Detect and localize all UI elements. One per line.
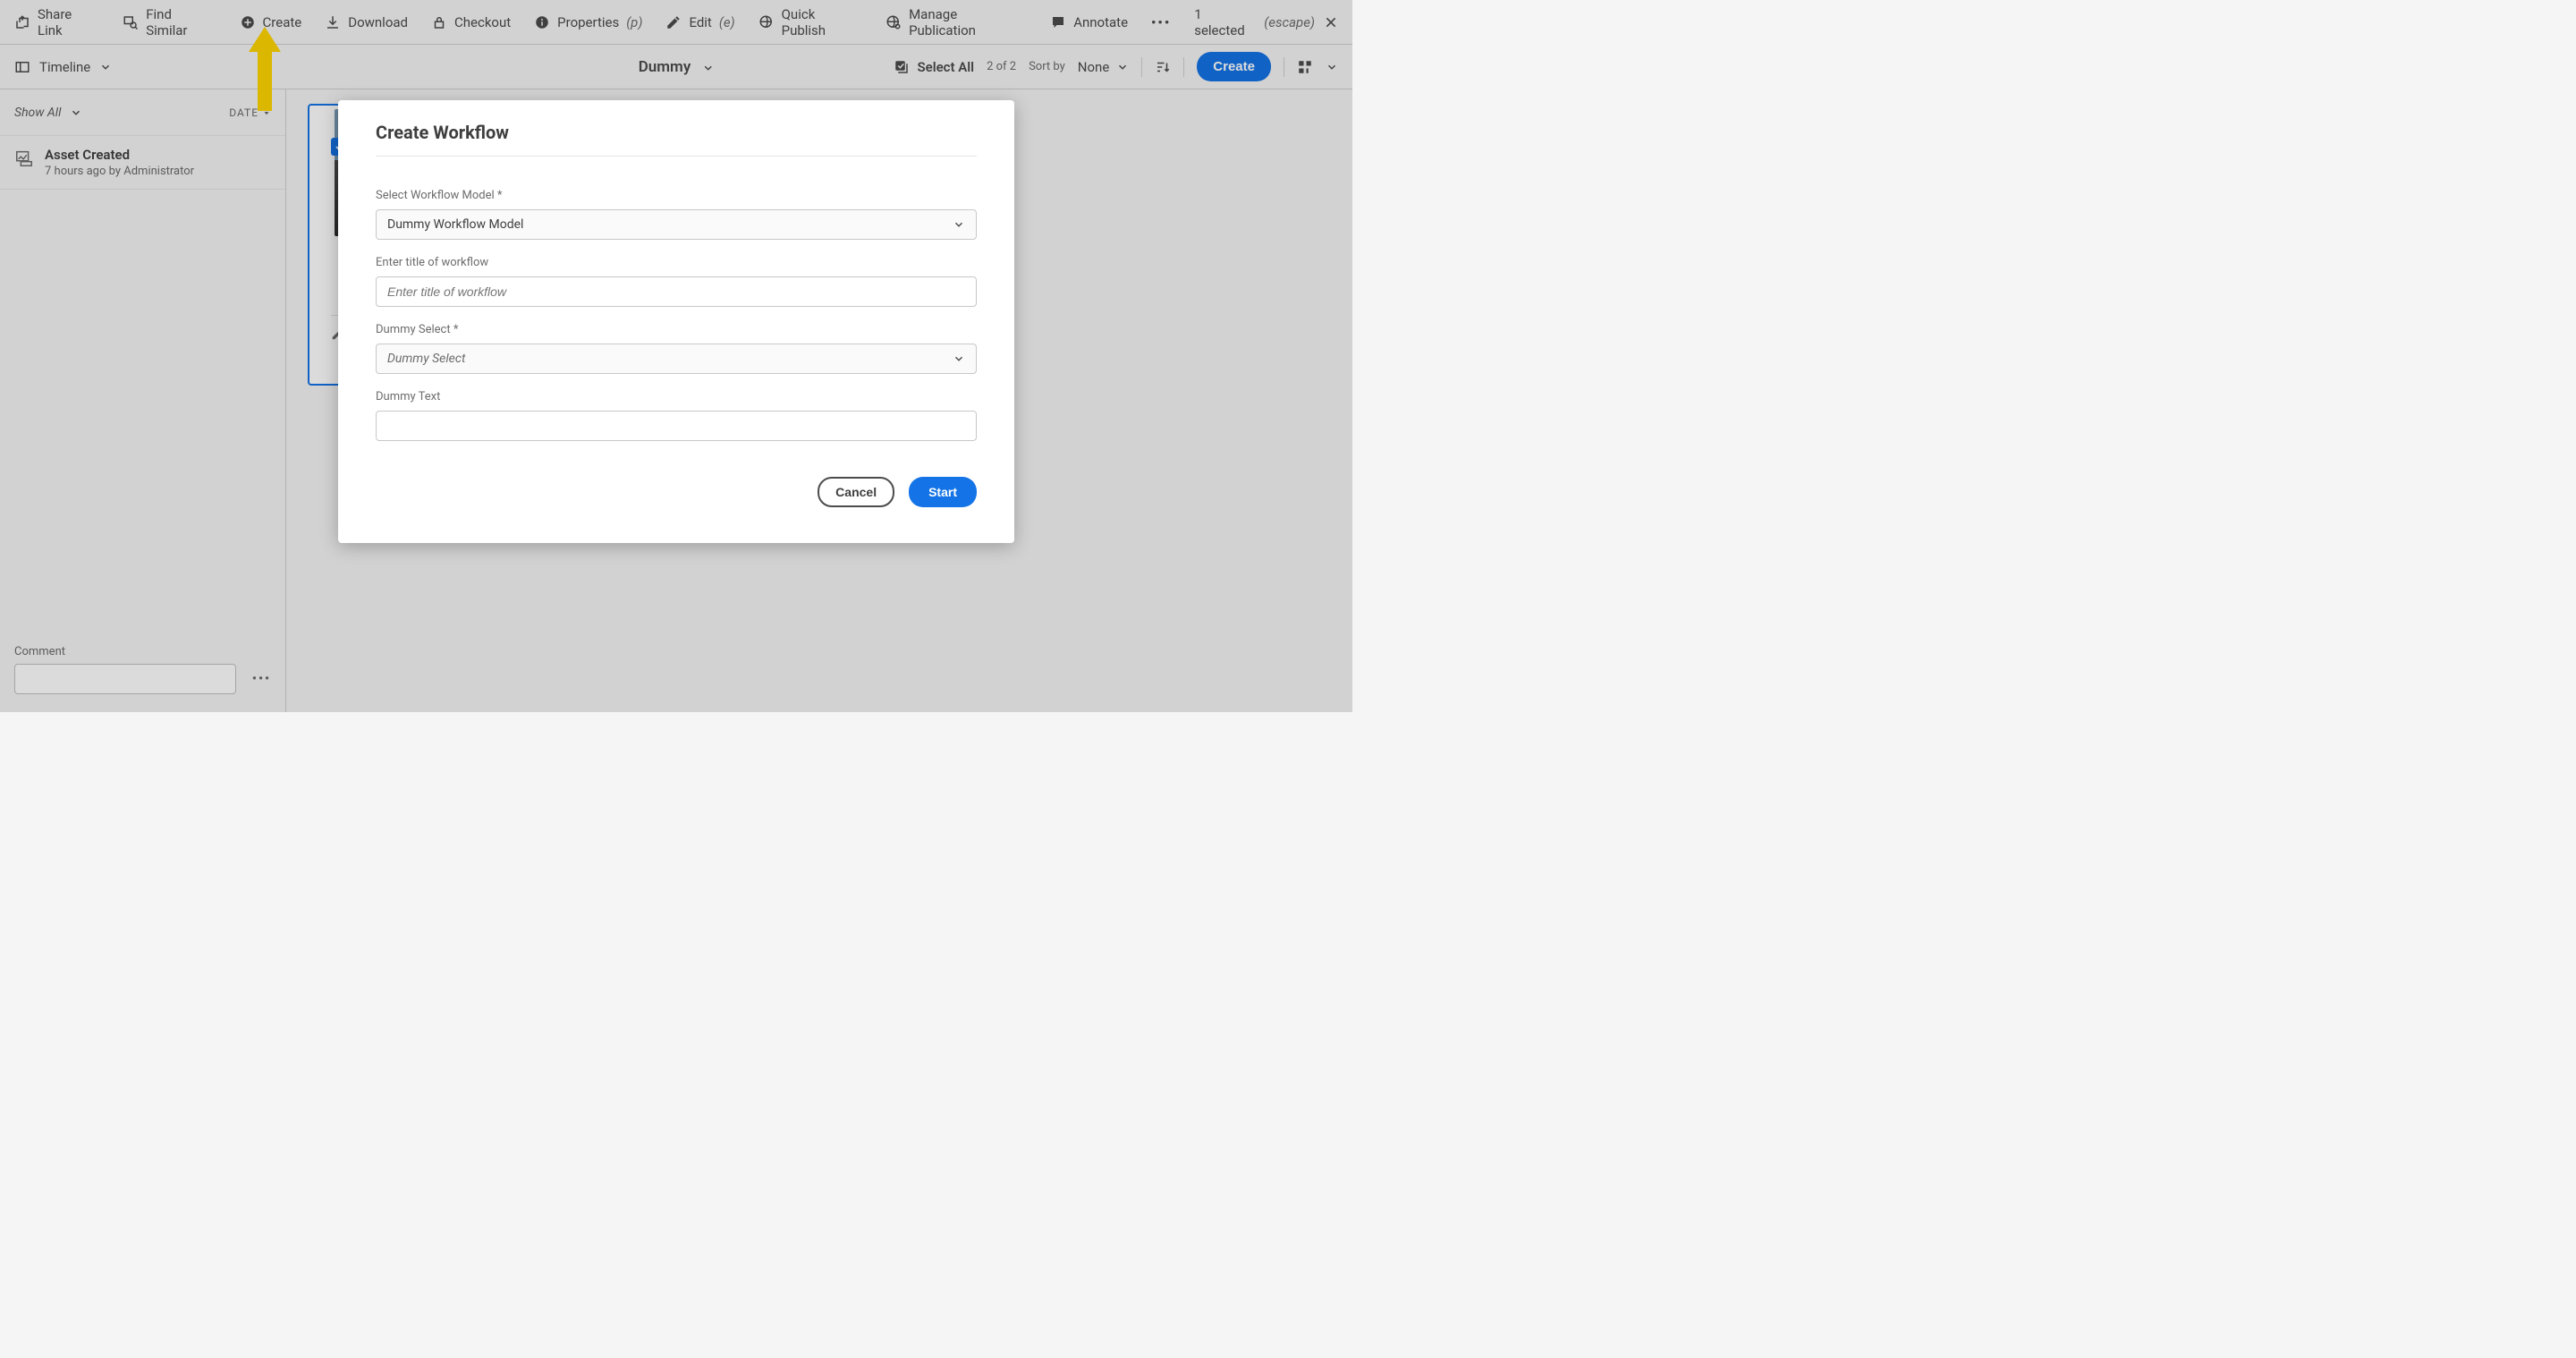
workflow-model-select[interactable]: Dummy Workflow Model [376,209,977,240]
chevron-down-icon [953,218,965,231]
dummy-select[interactable]: Dummy Select [376,344,977,374]
create-workflow-dialog: Create Workflow Select Workflow Model * … [338,100,1014,543]
dummy-text-label: Dummy Text [376,390,977,403]
start-button[interactable]: Start [909,477,977,507]
modal-scrim: Create Workflow Select Workflow Model * … [0,0,1352,712]
workflow-model-label: Select Workflow Model * [376,189,977,202]
workflow-title-label: Enter title of workflow [376,256,977,269]
workflow-title-input[interactable] [376,276,977,307]
workflow-model-value: Dummy Workflow Model [387,217,523,232]
chevron-down-icon [953,352,965,365]
dummy-select-placeholder: Dummy Select [387,352,465,366]
dialog-title: Create Workflow [376,122,977,143]
dummy-select-label: Dummy Select * [376,323,977,336]
dummy-text-input[interactable] [376,411,977,441]
cancel-button[interactable]: Cancel [818,477,894,507]
